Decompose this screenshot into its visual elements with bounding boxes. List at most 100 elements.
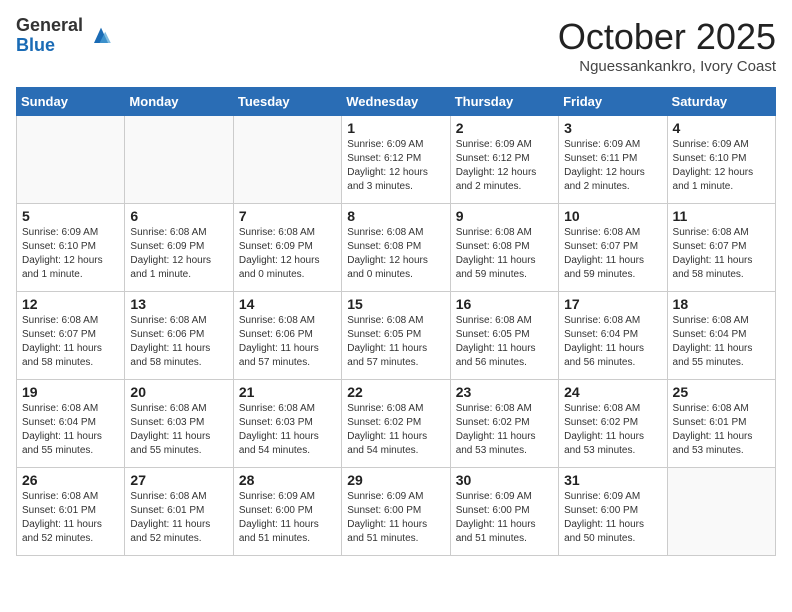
calendar-day-cell: 18Sunrise: 6:08 AM Sunset: 6:04 PM Dayli… [667,292,775,380]
calendar-day-cell: 12 Sunrise: 6:08 AM Sunset: 6:07 PM Dayli… [17,292,125,380]
calendar-day-cell: 23 Sunrise: 6:08 AM Sunset: 6:02 PM Dayli… [450,380,558,468]
calendar-day-cell: 1Sunrise: 6:09 AM Sunset: 6:12 PM Daylig… [342,116,450,204]
header-monday: Monday [125,88,233,116]
page-header: General Blue October 2025 Nguessankankro… [16,16,776,75]
day-info: Sunrise: 6:09 AM Sunset: 6:12 PM Dayligh… [456,138,553,194]
calendar-day-cell: 9 Sunrise: 6:08 AM Sunset: 6:08 PM Daylig… [450,204,558,292]
logo-blue: Blue [16,36,83,56]
calendar-day-cell: 26Sunrise: 6:08 AM Sunset: 6:01 PM Dayli… [17,468,125,556]
day-info: Sunrise: 6:09 AM Sunset: 6:10 PM Dayligh… [22,226,119,282]
calendar-day-cell [125,116,233,204]
day-info: Sunrise: 6:08 AM Sunset: 6:07 PM Dayligh… [22,314,119,370]
calendar-week-row-1: 5 Sunrise: 6:09 AM Sunset: 6:10 PM Daylig… [17,204,776,292]
calendar-day-cell: 25 Sunrise: 6:08 AM Sunset: 6:01 PM Dayli… [667,380,775,468]
day-number: 15 [347,296,444,312]
logo: General Blue [16,16,115,56]
day-number: 22 [347,384,444,400]
day-info: Sunrise: 6:09 AM Sunset: 6:10 PM Dayligh… [673,138,770,194]
calendar-day-cell: 3 Sunrise: 6:09 AM Sunset: 6:11 PM Daylig… [559,116,667,204]
day-number: 2 [456,120,553,136]
day-number: 23 [456,384,553,400]
day-number: 5 [22,208,119,224]
day-number: 30 [456,472,553,488]
calendar-day-cell: 11 Sunrise: 6:08 AM Sunset: 6:07 PM Dayli… [667,204,775,292]
calendar-day-cell: 29 Sunrise: 6:09 AM Sunset: 6:00 PM Dayli… [342,468,450,556]
header-thursday: Thursday [450,88,558,116]
day-info: Sunrise: 6:08 AM Sunset: 6:09 PM Dayligh… [239,226,336,282]
calendar-day-cell: 15Sunrise: 6:08 AM Sunset: 6:05 PM Dayli… [342,292,450,380]
day-info: Sunrise: 6:08 AM Sunset: 6:03 PM Dayligh… [239,402,336,458]
calendar-day-cell: 17 Sunrise: 6:08 AM Sunset: 6:04 PM Dayli… [559,292,667,380]
day-number: 3 [564,120,661,136]
calendar-day-cell: 27 Sunrise: 6:08 AM Sunset: 6:01 PM Dayli… [125,468,233,556]
day-number: 9 [456,208,553,224]
day-info: Sunrise: 6:09 AM Sunset: 6:00 PM Dayligh… [239,490,336,546]
header-friday: Friday [559,88,667,116]
calendar-body: 1 Sunrise: 6:09 AM Sunset: 6:12 PM Daylig… [17,116,776,556]
day-number: 31 [564,472,661,488]
calendar-day-cell: 19 Sunrise: 6:08 AM Sunset: 6:04 PM Dayli… [17,380,125,468]
calendar-day-cell: 22 Sunrise: 6:08 AM Sunset: 6:02 PM Dayli… [342,380,450,468]
day-info: Sunrise: 6:09 AM Sunset: 6:00 PM Dayligh… [564,490,661,546]
day-number: 10 [564,208,661,224]
calendar-day-cell: 4 Sunrise: 6:09 AM Sunset: 6:10 PM Daylig… [667,116,775,204]
day-info: Sunrise: 6:08 AM Sunset: 6:01 PM Dayligh… [130,490,227,546]
day-info: Sunrise: 6:08 AM Sunset: 6:05 PM Dayligh… [456,314,553,370]
day-number: 1 [347,120,444,136]
day-number: 26 [22,472,119,488]
calendar-day-cell: 31 Sunrise: 6:09 AM Sunset: 6:00 PM Dayli… [559,468,667,556]
calendar-day-cell: 5 Sunrise: 6:09 AM Sunset: 6:10 PM Daylig… [17,204,125,292]
day-info: Sunrise: 6:08 AM Sunset: 6:02 PM Dayligh… [564,402,661,458]
day-number: 21 [239,384,336,400]
day-info: Sunrise: 6:08 AM Sunset: 6:08 PM Dayligh… [456,226,553,282]
day-info: Sunrise: 6:08 AM Sunset: 6:04 PM Dayligh… [564,314,661,370]
day-info: Sunrise: 6:08 AM Sunset: 6:03 PM Dayligh… [130,402,227,458]
day-info: Sunrise: 6:09 AM Sunset: 6:11 PM Dayligh… [564,138,661,194]
day-number: 29 [347,472,444,488]
day-number: 27 [130,472,227,488]
day-info: Sunrise: 6:08 AM Sunset: 6:06 PM Dayligh… [239,314,336,370]
calendar-day-cell: 6 Sunrise: 6:08 AM Sunset: 6:09 PM Daylig… [125,204,233,292]
calendar-week-row-4: 26 Sunrise: 6:08 AM Sunset: 6:01 PM Dayli… [17,468,776,556]
location-subtitle: Nguessankankro, Ivory Coast [558,58,776,75]
day-number: 11 [673,208,770,224]
calendar-day-cell: 28 Sunrise: 6:09 AM Sunset: 6:00 PM Dayli… [233,468,341,556]
calendar-header-row: SundayMondayTuesdayWednesdayThursdayFrid… [17,88,776,116]
calendar-week-row-2: 12 Sunrise: 6:08 AM Sunset: 6:07 PM Dayli… [17,292,776,380]
day-info: Sunrise: 6:09 AM Sunset: 6:00 PM Dayligh… [456,490,553,546]
calendar-day-cell: 30 Sunrise: 6:09 AM Sunset: 6:00 PM Dayli… [450,468,558,556]
header-wednesday: Wednesday [342,88,450,116]
day-number: 19 [22,384,119,400]
day-number: 20 [130,384,227,400]
calendar-table: SundayMondayTuesdayWednesdayThursdayFrid… [16,87,776,556]
day-number: 7 [239,208,336,224]
day-info: Sunrise: 6:08 AM Sunset: 6:09 PM Dayligh… [130,226,227,282]
day-info: Sunrise: 6:08 AM Sunset: 6:08 PM Dayligh… [347,226,444,282]
day-info: Sunrise: 6:08 AM Sunset: 6:07 PM Dayligh… [673,226,770,282]
day-info: Sunrise: 6:08 AM Sunset: 6:01 PM Dayligh… [673,402,770,458]
calendar-day-cell: 13Sunrise: 6:08 AM Sunset: 6:06 PM Dayli… [125,292,233,380]
day-number: 24 [564,384,661,400]
day-number: 12 [22,296,119,312]
day-info: Sunrise: 6:08 AM Sunset: 6:04 PM Dayligh… [673,314,770,370]
day-number: 8 [347,208,444,224]
calendar-day-cell: 10Sunrise: 6:08 AM Sunset: 6:07 PM Dayli… [559,204,667,292]
title-block: October 2025 Nguessankankro, Ivory Coast [558,16,776,75]
day-info: Sunrise: 6:08 AM Sunset: 6:02 PM Dayligh… [456,402,553,458]
day-info: Sunrise: 6:08 AM Sunset: 6:06 PM Dayligh… [130,314,227,370]
day-number: 17 [564,296,661,312]
calendar-day-cell: 2 Sunrise: 6:09 AM Sunset: 6:12 PM Daylig… [450,116,558,204]
day-info: Sunrise: 6:08 AM Sunset: 6:02 PM Dayligh… [347,402,444,458]
day-number: 6 [130,208,227,224]
day-info: Sunrise: 6:09 AM Sunset: 6:00 PM Dayligh… [347,490,444,546]
day-number: 28 [239,472,336,488]
calendar-day-cell: 20 Sunrise: 6:08 AM Sunset: 6:03 PM Dayli… [125,380,233,468]
day-info: Sunrise: 6:08 AM Sunset: 6:04 PM Dayligh… [22,402,119,458]
day-number: 4 [673,120,770,136]
calendar-day-cell: 24 Sunrise: 6:08 AM Sunset: 6:02 PM Dayli… [559,380,667,468]
header-saturday: Saturday [667,88,775,116]
day-number: 25 [673,384,770,400]
calendar-day-cell: 8 Sunrise: 6:08 AM Sunset: 6:08 PM Daylig… [342,204,450,292]
calendar-day-cell [667,468,775,556]
logo-icon [87,22,115,50]
